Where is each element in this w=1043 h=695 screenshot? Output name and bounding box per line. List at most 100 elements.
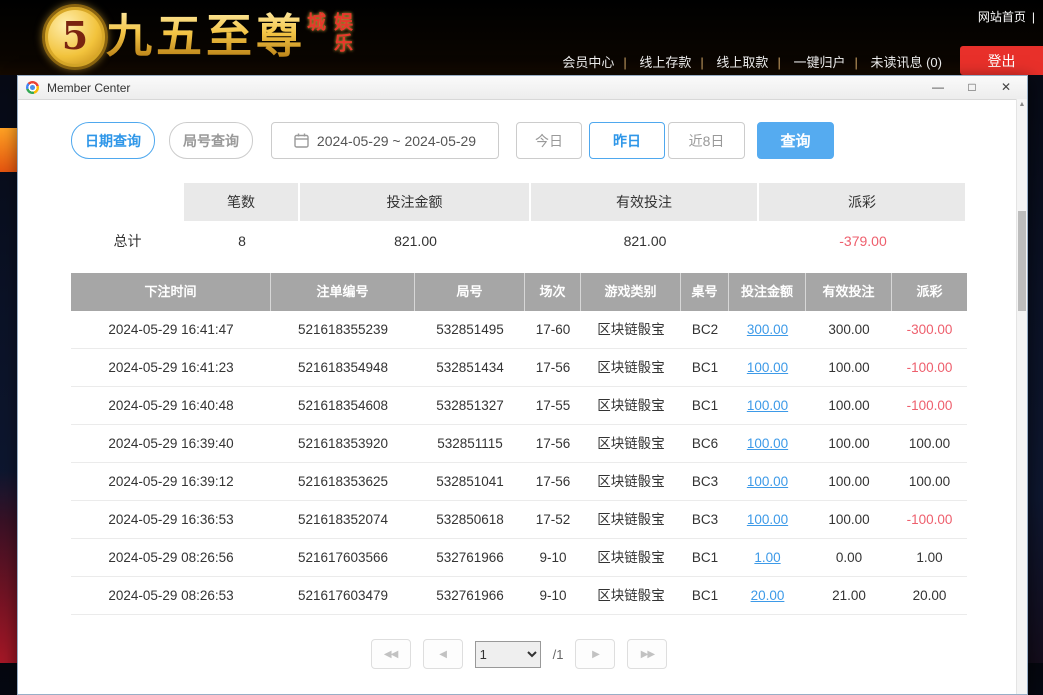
- cell-session: 17-55: [525, 387, 581, 424]
- nav-separator: |: [854, 55, 857, 70]
- cell-bet-id: 521618353920: [271, 425, 415, 462]
- site-logo-title: 九五至尊: [106, 6, 306, 66]
- header-round-id: 局号: [415, 273, 525, 311]
- scroll-up-icon[interactable]: ▲: [1017, 101, 1027, 108]
- bet-amount-link[interactable]: 100.00: [747, 436, 788, 451]
- window-app-icon: [26, 81, 39, 94]
- next-page-icon[interactable]: ▶: [575, 639, 615, 669]
- background-orange-strip: [0, 128, 17, 172]
- date-range-value: 2024-05-29 ~ 2024-05-29: [317, 133, 476, 149]
- yesterday-button[interactable]: 昨日: [589, 122, 665, 159]
- cell-round-id: 532851434: [415, 349, 525, 386]
- nav-separator: |: [1032, 10, 1035, 24]
- page-select[interactable]: 1: [475, 641, 541, 668]
- nav-one-key-transfer[interactable]: 一键归户: [793, 55, 845, 70]
- cell-session: 17-52: [525, 501, 581, 538]
- window-scrollbar[interactable]: ▲: [1016, 99, 1027, 695]
- summary-bet-amount: 821.00: [300, 221, 531, 261]
- table-row: 2024-05-29 16:40:48 521618354608 5328513…: [71, 387, 967, 425]
- close-button[interactable]: ✕: [989, 76, 1023, 99]
- summary-header-valid-bet: 有效投注: [531, 183, 759, 221]
- cell-table-no: BC1: [681, 539, 729, 576]
- nav-withdraw[interactable]: 线上取款: [716, 55, 768, 70]
- bet-records-table: 下注时间 注单编号 局号 场次 游戏类别 桌号 投注金额 有效投注 派彩 202…: [71, 273, 967, 615]
- summary-header-bet-amount: 投注金额: [300, 183, 531, 221]
- cell-payout: 1.00: [892, 539, 967, 576]
- tab-round-query[interactable]: 局号查询: [169, 122, 253, 159]
- prev-page-icon[interactable]: ◀: [423, 639, 463, 669]
- cell-round-id: 532851327: [415, 387, 525, 424]
- cell-bet-id: 521618353625: [271, 463, 415, 500]
- cell-round-id: 532850618: [415, 501, 525, 538]
- table-row: 2024-05-29 16:39:12 521618353625 5328510…: [71, 463, 967, 501]
- today-button[interactable]: 今日: [516, 122, 582, 159]
- last-8-days-button[interactable]: 近8日: [668, 122, 745, 159]
- header-game-type: 游戏类别: [581, 273, 681, 311]
- cell-game-type: 区块链骰宝: [581, 577, 681, 614]
- header-bet-amount: 投注金额: [729, 273, 806, 311]
- bet-amount-link[interactable]: 100.00: [747, 474, 788, 489]
- bet-amount-link[interactable]: 100.00: [747, 512, 788, 527]
- cell-bet-time: 2024-05-29 16:39:40: [71, 425, 271, 462]
- summary-header-payout: 派彩: [759, 183, 967, 221]
- cell-payout: 100.00: [892, 425, 967, 462]
- summary-count: 8: [184, 221, 300, 261]
- tab-date-query[interactable]: 日期查询: [71, 122, 155, 159]
- cell-valid-bet: 100.00: [806, 501, 892, 538]
- cell-bet-id: 521617603479: [271, 577, 415, 614]
- nav-deposit[interactable]: 线上存款: [639, 55, 691, 70]
- cell-bet-time: 2024-05-29 08:26:53: [71, 577, 271, 614]
- maximize-button[interactable]: □: [955, 76, 989, 99]
- cell-valid-bet: 100.00: [806, 463, 892, 500]
- home-link[interactable]: 网站首页: [978, 10, 1026, 24]
- bet-amount-link[interactable]: 20.00: [751, 588, 785, 603]
- cell-valid-bet: 100.00: [806, 387, 892, 424]
- header-payout: 派彩: [892, 273, 967, 311]
- cell-game-type: 区块链骰宝: [581, 539, 681, 576]
- nav-unread-messages[interactable]: 未读讯息 (0): [870, 55, 942, 70]
- cell-table-no: BC6: [681, 425, 729, 462]
- site-logo-coin: 5: [42, 4, 108, 70]
- date-range-input[interactable]: 2024-05-29 ~ 2024-05-29: [271, 122, 499, 159]
- cell-payout: 100.00: [892, 463, 967, 500]
- bet-amount-link[interactable]: 100.00: [747, 398, 788, 413]
- cell-bet-time: 2024-05-29 16:40:48: [71, 387, 271, 424]
- cell-game-type: 区块链骰宝: [581, 349, 681, 386]
- bet-table-body: 2024-05-29 16:41:47 521618355239 5328514…: [71, 311, 967, 615]
- cell-session: 17-56: [525, 425, 581, 462]
- site-nav: 会员中心| 线上存款| 线上取款| 一键归户| 未读讯息 (0): [553, 52, 951, 71]
- window-titlebar[interactable]: Member Center — □ ✕: [18, 76, 1027, 100]
- cell-bet-id: 521618354948: [271, 349, 415, 386]
- site-top-bar: 5 九五至尊 娱乐城 网站首页| 会员中心| 线上存款| 线上取款| 一键归户|…: [0, 0, 1043, 75]
- nav-separator: |: [700, 55, 703, 70]
- cell-valid-bet: 21.00: [806, 577, 892, 614]
- nav-member-center[interactable]: 会员中心: [562, 55, 614, 70]
- bet-amount-link[interactable]: 100.00: [747, 360, 788, 375]
- cell-bet-time: 2024-05-29 08:26:56: [71, 539, 271, 576]
- cell-payout: 20.00: [892, 577, 967, 614]
- table-row: 2024-05-29 08:26:53 521617603479 5327619…: [71, 577, 967, 615]
- cell-session: 17-56: [525, 349, 581, 386]
- logout-button[interactable]: 登出: [960, 46, 1043, 75]
- summary-header-blank: [71, 183, 184, 221]
- first-page-icon[interactable]: ◀◀: [371, 639, 411, 669]
- scrollbar-thumb[interactable]: [1018, 211, 1026, 311]
- cell-payout: -100.00: [892, 387, 967, 424]
- cell-table-no: BC2: [681, 311, 729, 348]
- search-button[interactable]: 查询: [757, 122, 834, 159]
- table-row: 2024-05-29 08:26:56 521617603566 5327619…: [71, 539, 967, 577]
- cell-round-id: 532851041: [415, 463, 525, 500]
- cell-bet-time: 2024-05-29 16:41:47: [71, 311, 271, 348]
- table-row: 2024-05-29 16:36:53 521618352074 5328506…: [71, 501, 967, 539]
- cell-bet-time: 2024-05-29 16:41:23: [71, 349, 271, 386]
- query-toolbar: 日期查询 局号查询 2024-05-29 ~ 2024-05-29 今日 昨日 …: [71, 122, 967, 159]
- minimize-button[interactable]: —: [921, 76, 955, 99]
- bet-amount-link[interactable]: 1.00: [754, 550, 780, 565]
- nav-separator: |: [777, 55, 780, 70]
- window-title: Member Center: [47, 81, 130, 95]
- summary-header-count: 笔数: [184, 183, 300, 221]
- bet-amount-link[interactable]: 300.00: [747, 322, 788, 337]
- last-page-icon[interactable]: ▶▶: [627, 639, 667, 669]
- header-bet-id: 注单编号: [271, 273, 415, 311]
- cell-bet-id: 521618352074: [271, 501, 415, 538]
